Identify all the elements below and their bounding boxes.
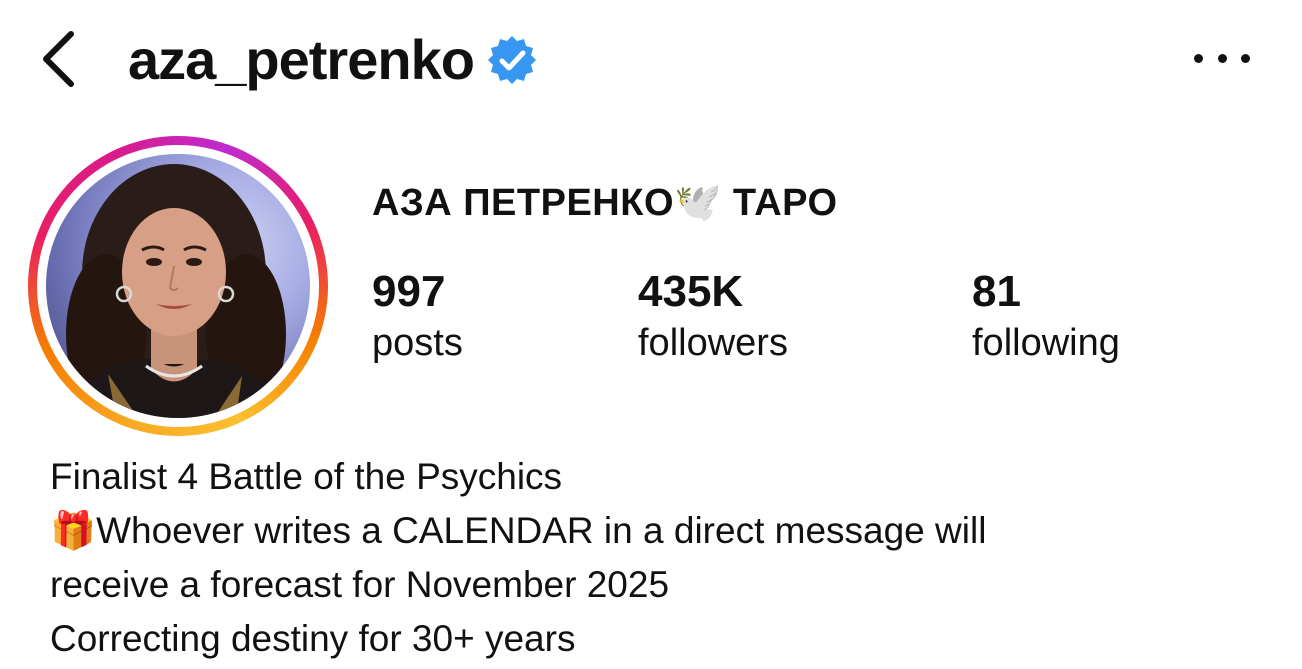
back-button[interactable] <box>34 28 82 90</box>
avatar <box>46 154 310 418</box>
posts-label: posts <box>372 322 463 364</box>
username-text: aza_petrenko <box>128 28 475 91</box>
profile-username-header: aza_petrenko <box>128 26 538 94</box>
bio-line: Finalist 4 Battle of the Psychics <box>50 456 563 497</box>
profile-page: aza_petrenko АЗА ПЕТРЕНКО🕊️ ТАРО 997 pos… <box>0 0 1302 669</box>
followers-label: followers <box>638 322 788 364</box>
more-options-button[interactable] <box>1194 40 1250 76</box>
chevron-left-icon <box>43 31 74 87</box>
verified-badge-icon <box>487 36 536 84</box>
posts-count: 997 <box>372 267 446 316</box>
more-horizontal-icon-dot <box>1217 53 1227 63</box>
more-horizontal-icon-dot <box>1241 53 1250 63</box>
more-horizontal-icon-dot <box>1194 53 1203 63</box>
followers-count: 435K <box>638 267 744 316</box>
avatar-photo-illustration <box>66 164 290 418</box>
followers-stat[interactable]: 435K followers <box>638 266 788 368</box>
following-count: 81 <box>972 267 1021 316</box>
profile-bio: Finalist 4 Battle of the Psychics 🎁Whoev… <box>50 450 1270 666</box>
profile-avatar-story-ring[interactable] <box>28 136 328 436</box>
profile-display-name: АЗА ПЕТРЕНКО🕊️ ТАРО <box>372 182 838 224</box>
following-stat[interactable]: 81 following <box>972 266 1120 368</box>
bio-line: Correcting destiny for 30+ years <box>50 618 576 659</box>
bio-line: receive a forecast for November 2025 <box>50 564 670 605</box>
posts-stat[interactable]: 997 posts <box>372 266 463 368</box>
following-label: following <box>972 322 1120 364</box>
bio-line: 🎁Whoever writes a CALENDAR in a direct m… <box>50 510 987 551</box>
